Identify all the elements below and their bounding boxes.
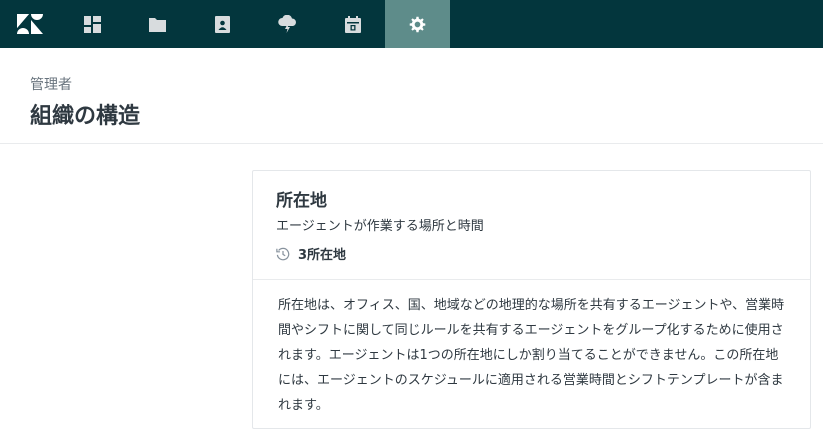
nav-item-dashboard[interactable]	[60, 0, 125, 48]
dashboard-icon	[84, 15, 101, 33]
cloud-lightning-icon	[278, 15, 296, 33]
breadcrumb[interactable]: 管理者	[30, 74, 72, 94]
location-count: 3所在地	[276, 244, 346, 263]
card-subtitle: エージェントが作業する場所と時間	[276, 219, 484, 234]
card-description: 所在地は、オフィス、国、地域などの地理的な場所を共有するエージェントや、営業時間…	[278, 298, 785, 413]
nav-item-schedule[interactable]	[320, 0, 385, 48]
nav-item-contacts[interactable]	[190, 0, 255, 48]
nav-item-integrations[interactable]	[255, 0, 320, 48]
zendesk-logo-icon	[17, 14, 43, 34]
page-header: 管理者 組織の構造	[0, 48, 823, 144]
nav-item-settings[interactable]	[385, 0, 450, 48]
folder-icon	[149, 17, 166, 32]
gear-icon	[409, 16, 426, 32]
card-title[interactable]: 所在地	[276, 186, 327, 211]
clock-history-icon	[276, 247, 290, 260]
nav-item-home[interactable]	[0, 0, 60, 48]
contact-book-icon	[215, 15, 230, 33]
nav-item-files[interactable]	[125, 0, 190, 48]
location-count-label: 3所在地	[298, 248, 347, 263]
page-title: 組織の構造	[30, 104, 141, 129]
calendar-icon	[344, 15, 361, 33]
locations-card[interactable]: 所在地 エージェントが作業する場所と時間 3所在地 所在地は、オフィス、国、地域…	[252, 170, 811, 429]
locations-card-header: 所在地 エージェントが作業する場所と時間 3所在地	[253, 171, 810, 280]
top-navigation-bar	[0, 0, 823, 48]
